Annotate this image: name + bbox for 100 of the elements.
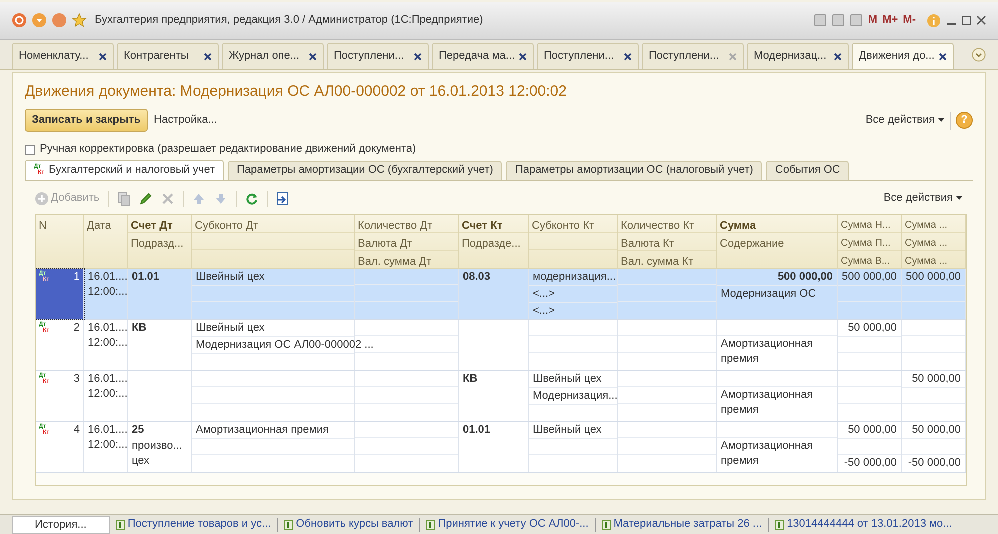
taskbar-item[interactable]: Поступление товаров и ус... — [116, 516, 272, 533]
save-and-close-button[interactable]: Записать и закрыть — [25, 109, 148, 132]
column-header[interactable]: Сумма П... — [838, 232, 901, 250]
column-header[interactable]: Подразде... — [459, 232, 528, 268]
close-icon[interactable] — [204, 52, 212, 60]
column-header[interactable]: Валюта Кт — [618, 232, 716, 250]
circle-icon[interactable] — [52, 13, 67, 28]
tab-label: Поступлени... — [544, 49, 614, 64]
refresh-icon[interactable] — [244, 192, 259, 206]
plus-icon — [35, 192, 49, 206]
column-header[interactable]: Сумма ... — [902, 214, 965, 232]
manual-edit-checkbox[interactable] — [25, 144, 35, 154]
form-tab[interactable]: События ОС — [766, 160, 850, 180]
pencil-icon[interactable] — [138, 192, 153, 206]
table-cell: -50 000,00 — [844, 456, 897, 468]
table-cell: Модернизация ОС АЛ00-000002 ... — [196, 338, 374, 350]
form-tab[interactable]: Параметры амортизации ОС (налоговый учет) — [506, 160, 762, 180]
column-header[interactable]: Вал. сумма Дт — [355, 250, 458, 268]
table-cell: КВ — [463, 372, 478, 384]
taskbar-item[interactable]: 13014444444 от 13.01.2013 мо... — [775, 516, 952, 533]
history-button[interactable]: История... — [12, 516, 110, 534]
column-header[interactable]: Сумма Н... — [838, 214, 901, 232]
form-tab[interactable]: Параметры амортизации ОС (бухгалтерский учет) — [228, 160, 502, 180]
close-icon[interactable] — [834, 52, 842, 60]
table-cell: 500 000,00 — [906, 270, 962, 282]
column-header[interactable]: Вал. сумма Кт — [618, 250, 716, 268]
taskbar-item[interactable]: Материальные затраты 26 ... — [602, 516, 762, 533]
maximize-icon[interactable] — [962, 16, 971, 25]
all-actions-menu[interactable]: Все действия — [884, 190, 963, 207]
close-icon[interactable] — [939, 52, 947, 60]
column-header[interactable]: N — [36, 214, 83, 268]
document-tab[interactable]: Модернизац... — [747, 43, 849, 69]
table-cell: Амортизационная премия — [196, 424, 329, 436]
column-header[interactable]: Сумма — [717, 214, 837, 232]
tab-label: Модернизац... — [754, 49, 827, 64]
close-icon[interactable] — [309, 52, 317, 60]
document-icon — [426, 520, 436, 530]
all-actions-menu[interactable]: Все действия — [866, 112, 945, 129]
settings-link[interactable]: Настройка... — [154, 112, 218, 129]
table-cell: 16.01.... — [88, 270, 128, 282]
table-cell: Модернизация ОС — [721, 288, 816, 300]
column-header[interactable]: Количество Кт — [618, 214, 716, 232]
table-cell: 16.01.... — [88, 424, 128, 436]
table-cell: Амортизационная премия — [721, 338, 814, 366]
memory-button[interactable]: M- — [903, 12, 916, 29]
table-cell: Швейный цех — [196, 270, 265, 282]
table-cell: 16.01.... — [88, 322, 128, 334]
document-tab[interactable]: Поступлени... — [642, 43, 744, 69]
column-header[interactable]: Валюта Дт — [355, 232, 458, 250]
delete-icon[interactable] — [160, 192, 175, 206]
copy-icon[interactable] — [116, 192, 131, 206]
document-tab[interactable]: Номенклату... — [12, 43, 114, 69]
export-icon[interactable] — [276, 192, 290, 206]
column-header[interactable]: Подразд... — [128, 232, 191, 268]
taskbar-item[interactable]: Принятие к учету ОС АЛ00-... — [426, 516, 589, 533]
toolbar-icon[interactable] — [850, 14, 864, 27]
column-header[interactable]: Сумма ... — [902, 250, 965, 268]
star-icon[interactable] — [72, 13, 87, 28]
table-cell: -50 000,00 — [908, 456, 961, 468]
table-cell: 50 000,00 — [848, 424, 897, 436]
close-icon[interactable] — [99, 52, 107, 60]
document-tab[interactable]: Передача ма... — [432, 43, 534, 69]
caret-icon — [938, 118, 945, 122]
table-cell: Швейный цех — [533, 424, 602, 436]
info-icon[interactable] — [927, 14, 941, 28]
document-tab[interactable]: Поступлени... — [327, 43, 429, 69]
table-cell: <...> — [533, 288, 556, 300]
table-cell: 50 000,00 — [912, 424, 961, 436]
taskbar-item[interactable]: Обновить курсы валют — [284, 516, 414, 533]
column-header[interactable]: Дата — [84, 214, 127, 268]
column-header[interactable]: Счет Дт — [128, 214, 191, 232]
column-header[interactable]: Количество Дт — [355, 214, 458, 232]
document-tab[interactable]: Движения до... — [852, 43, 954, 69]
checkbox-label: Ручная корректировка (разрешает редактирование движений документа) — [40, 142, 416, 158]
dropdown-circle-icon[interactable] — [32, 13, 47, 28]
form-title: Движения документа: Модернизация ОС АЛ00-000002 от 16.01.2013 12:00:02 — [25, 82, 568, 102]
column-header[interactable]: Сумма В... — [838, 250, 901, 268]
column-header[interactable]: Счет Кт — [459, 214, 528, 232]
toolbar-icon[interactable] — [814, 14, 828, 27]
memory-button[interactable]: M — [868, 12, 878, 29]
table-cell: 500 000,00 — [778, 270, 833, 282]
tab-label: Поступлени... — [334, 49, 404, 64]
table-cell: Швейный цех — [196, 322, 265, 334]
close-icon[interactable] — [414, 52, 422, 60]
tab-label: Журнал опе... — [229, 49, 300, 64]
document-tab[interactable]: Поступлени... — [537, 43, 639, 69]
tab-label: Поступлени... — [649, 49, 720, 64]
table-cell: 500 000,00 — [842, 270, 898, 282]
column-header[interactable]: Содержание — [717, 232, 837, 268]
close-icon[interactable] — [624, 52, 632, 60]
app-logo-icon[interactable] — [12, 13, 27, 28]
memory-button[interactable]: M+ — [882, 12, 898, 29]
document-tab[interactable]: Контрагенты — [117, 43, 219, 69]
close-icon[interactable] — [977, 16, 986, 25]
document-tab[interactable]: Журнал опе... — [222, 43, 324, 69]
tab-label: Контрагенты — [124, 49, 189, 64]
toolbar-icon[interactable] — [832, 14, 846, 27]
tabs-menu-icon[interactable] — [972, 48, 986, 62]
column-header[interactable]: Сумма ... — [902, 232, 965, 250]
close-icon[interactable] — [519, 52, 527, 60]
